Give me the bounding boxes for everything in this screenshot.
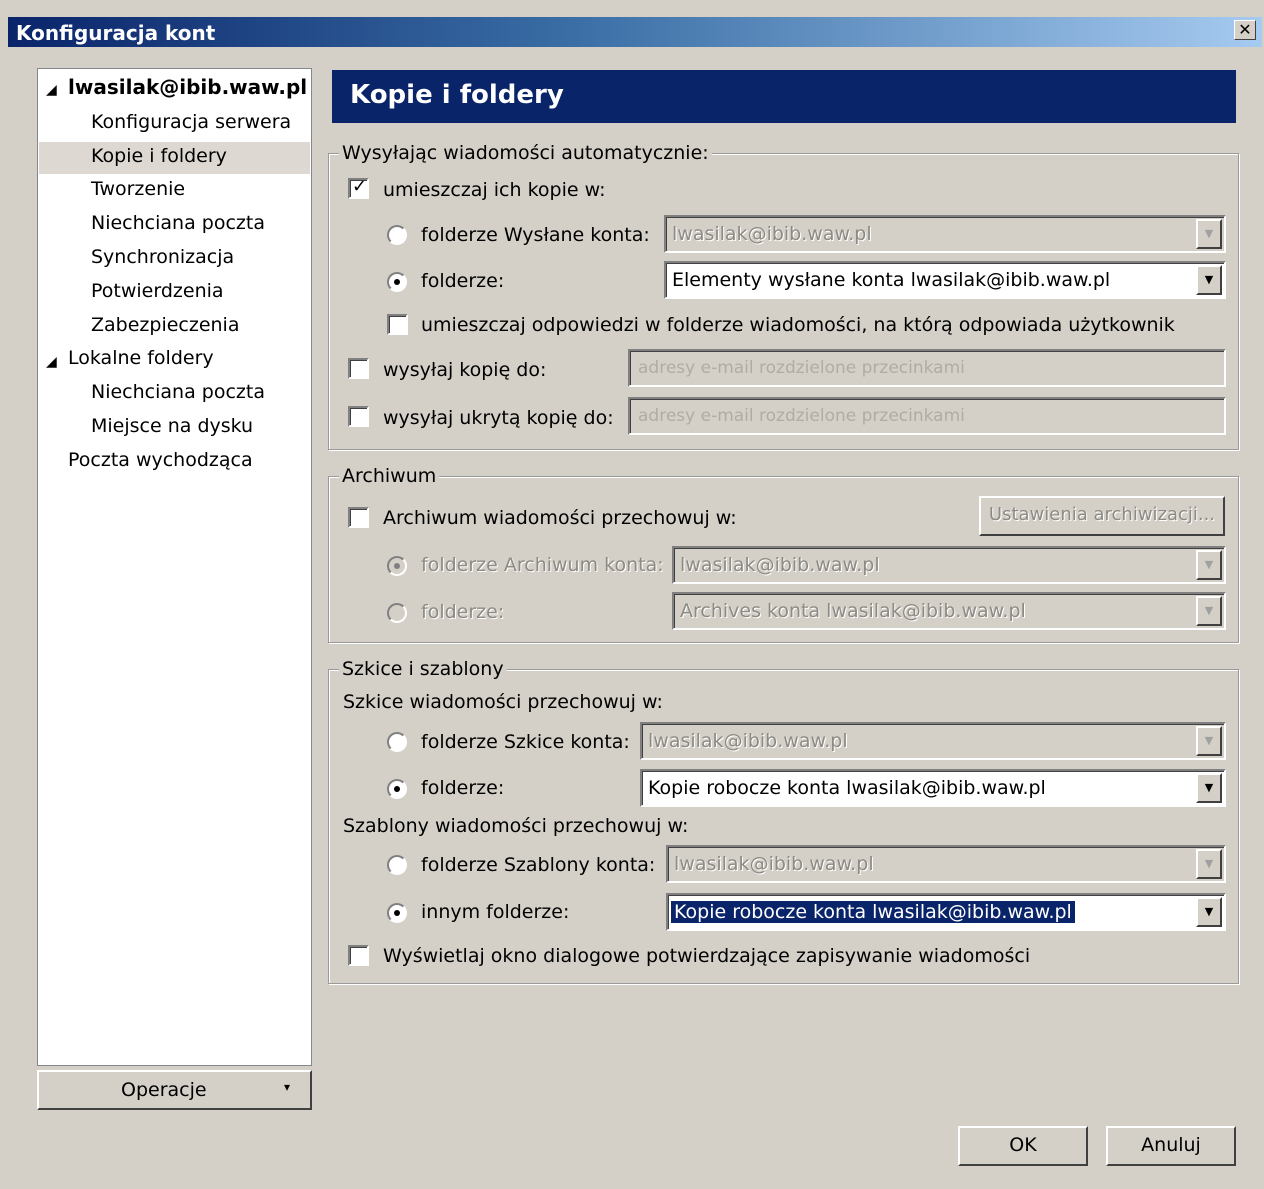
tree-item-server-settings[interactable]: Konfiguracja serwera [91,111,291,133]
radio-dot [394,279,400,285]
page-title: Kopie i foldery [350,80,564,110]
templates-label: Szablony wiadomości przechowuj w: [343,815,689,837]
dropdown-arrow-icon: ▼ [1196,726,1222,756]
tree-item-account[interactable]: lwasilak@ibib.waw.pl [68,75,307,99]
tree-item-local-junk[interactable]: Niechciana poczta [91,381,265,403]
select-value: Kopie robocze konta lwasilak@ibib.waw.pl [648,777,1046,799]
confirm-dialog-checkbox[interactable] [348,945,369,966]
title-bar[interactable]: Konfiguracja kont ✕ [8,17,1262,47]
tree-item-sync[interactable]: Synchronizacja [91,246,234,268]
templates-account-select[interactable]: lwasilak@ibib.waw.pl ▼ [666,845,1226,883]
account-tree[interactable]: ◢ lwasilak@ibib.waw.pl Konfiguracja serw… [37,68,312,1066]
bcc-input[interactable]: adresy e-mail rozdzielone przecinkami [628,397,1226,435]
archive-account-folder-label: folderze Archiwum konta: [421,554,664,576]
operations-button[interactable]: Operacje ▾ [37,1070,312,1110]
tree-item-junk[interactable]: Niechciana poczta [91,212,265,234]
tree-item-outgoing-server[interactable]: Poczta wychodząca [68,449,253,471]
select-value: lwasilak@ibib.waw.pl [674,853,874,875]
bcc-checkbox[interactable] [348,406,369,427]
sent-account-folder-radio[interactable] [387,225,407,245]
sending-group-label: Wysyłając wiadomości automatycznie: [339,142,712,164]
radio-dot [394,910,400,916]
sent-other-folder-select[interactable]: Elementy wysłane konta lwasilak@ibib.waw… [664,261,1226,299]
cancel-button[interactable]: Anuluj [1106,1126,1236,1166]
cc-placeholder: adresy e-mail rozdzielone przecinkami [638,358,965,378]
dropdown-arrow-icon: ▼ [1196,265,1222,295]
tree-item-security[interactable]: Zabezpieczenia [91,314,239,336]
tree-item-receipts[interactable]: Potwierdzenia [91,280,224,302]
tree-item-label: Kopie i foldery [91,145,227,167]
cc-label: wysyłaj kopię do: [383,359,547,381]
templates-account-radio[interactable] [387,855,407,875]
templates-other-label: innym folderze: [421,901,570,923]
dropdown-arrow-icon: ▼ [1196,596,1222,626]
drafts-other-radio[interactable] [387,779,407,799]
dropdown-arrow-icon: ▼ [1196,849,1222,879]
dropdown-arrow-icon: ▼ [1196,550,1222,580]
templates-other-radio[interactable] [387,903,407,923]
dropdown-arrow-icon: ▼ [1196,219,1222,249]
archive-other-folder-radio[interactable] [387,603,407,623]
window-title: Konfiguracja kont [16,21,216,45]
templates-account-label: folderze Szablony konta: [421,854,656,876]
archive-account-folder-select[interactable]: lwasilak@ibib.waw.pl ▼ [672,546,1226,584]
cc-checkbox[interactable] [348,358,369,379]
other-folder-radio[interactable] [387,272,407,292]
radio-dot [394,563,400,569]
archive-keep-label: Archiwum wiadomości przechowuj w: [383,507,737,529]
drafts-label: Szkice wiadomości przechowuj w: [343,691,663,713]
tree-item-disk-space[interactable]: Miejsce na dysku [91,415,253,437]
expand-icon[interactable]: ◢ [46,354,57,370]
bcc-label: wysyłaj ukrytą kopię do: [383,407,614,429]
close-icon: ✕ [1238,20,1252,39]
select-value: lwasilak@ibib.waw.pl [648,730,848,752]
archive-settings-button[interactable]: Ustawienia archiwizacji... [979,496,1225,536]
archive-checkbox[interactable] [348,507,369,528]
archive-other-folder-select[interactable]: Archives konta lwasilak@ibib.waw.pl ▼ [672,592,1226,630]
select-value: lwasilak@ibib.waw.pl [680,554,880,576]
drafts-account-select[interactable]: lwasilak@ibib.waw.pl ▼ [640,722,1226,760]
drafts-account-radio[interactable] [387,732,407,752]
confirm-dialog-label: Wyświetlaj okno dialogowe potwierdzające… [383,945,1031,967]
select-value: Elementy wysłane konta lwasilak@ibib.waw… [672,269,1111,291]
drafts-account-label: folderze Szkice konta: [421,731,630,753]
chevron-down-icon: ▾ [284,1080,291,1094]
tree-item-copies-folders[interactable]: Kopie i foldery [39,142,310,174]
tree-item-composition[interactable]: Tworzenie [91,178,185,200]
radio-dot [394,786,400,792]
select-value: Archives konta lwasilak@ibib.waw.pl [680,600,1026,622]
drafts-other-label: folderze: [421,777,505,799]
place-copies-checkbox[interactable]: ✓ [348,176,369,199]
tree-item-local-folders[interactable]: Lokalne foldery [68,347,214,369]
select-value: lwasilak@ibib.waw.pl [672,223,872,245]
bcc-placeholder: adresy e-mail rozdzielone przecinkami [638,406,965,426]
drafts-other-select[interactable]: Kopie robocze konta lwasilak@ibib.waw.pl… [640,769,1226,807]
place-copies-label: umieszczaj ich kopie w: [383,179,606,201]
check-icon: ✓ [352,176,368,197]
dropdown-arrow-icon: ▼ [1196,773,1222,803]
other-folder-label: folderze: [421,270,505,292]
templates-other-select[interactable]: Kopie robocze konta lwasilak@ibib.waw.pl… [666,893,1226,931]
ok-button[interactable]: OK [958,1126,1088,1166]
archive-other-folder-label: folderze: [421,601,505,623]
account-settings-dialog: Konfiguracja kont ✕ ◢ lwasilak@ibib.waw.… [0,0,1264,1189]
page-header: Kopie i foldery [332,70,1236,123]
select-value: Kopie robocze konta lwasilak@ibib.waw.pl [671,901,1075,923]
sent-account-folder-select[interactable]: lwasilak@ibib.waw.pl ▼ [664,215,1226,253]
reply-in-folder-checkbox[interactable] [387,314,408,335]
operations-label: Operacje [121,1079,207,1101]
sent-account-folder-label: folderze Wysłane konta: [421,224,650,246]
archive-account-folder-radio[interactable] [387,556,407,576]
drafts-templates-group-label: Szkice i szablony [339,658,507,680]
reply-in-folder-label: umieszczaj odpowiedzi w folderze wiadomo… [421,314,1175,336]
expand-icon[interactable]: ◢ [46,82,57,98]
dropdown-arrow-icon: ▼ [1196,897,1222,927]
close-button[interactable]: ✕ [1234,20,1256,40]
cc-input[interactable]: adresy e-mail rozdzielone przecinkami [628,349,1226,387]
archive-group-label: Archiwum [339,465,440,487]
